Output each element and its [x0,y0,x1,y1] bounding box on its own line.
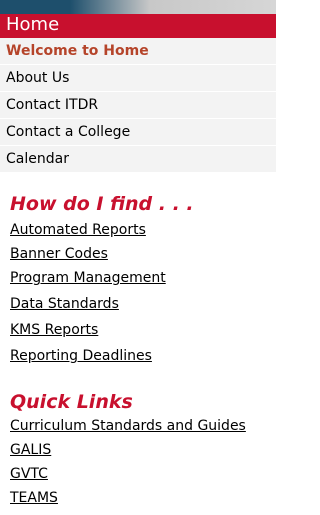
link-banner-codes[interactable]: Banner Codes [0,242,276,266]
how-do-i-find-heading: How do I find . . . [10,193,194,215]
link-galis[interactable]: GALIS [0,438,276,462]
main-menu: Welcome to Home About Us Contact ITDR Co… [0,38,276,173]
menu-item-welcome-to-home[interactable]: Welcome to Home [0,38,276,65]
how-do-i-find-links: Automated Reports Banner Codes Program M… [0,218,276,370]
link-reporting-deadlines[interactable]: Reporting Deadlines [0,342,276,370]
link-data-standards[interactable]: Data Standards [0,290,276,318]
link-kms-reports[interactable]: KMS Reports [0,318,276,342]
quick-links-list: Curriculum Standards and Guides GALIS GV… [0,414,276,510]
menu-item-about-us[interactable]: About Us [0,65,276,92]
link-program-management[interactable]: Program Management [0,266,276,290]
menu-item-contact-itdr[interactable]: Contact ITDR [0,92,276,119]
header-title: Home [6,14,60,35]
menu-item-contact-a-college[interactable]: Contact a College [0,119,276,146]
link-gvtc[interactable]: GVTC [0,462,276,486]
nav-header: Home [0,0,276,38]
menu-item-calendar[interactable]: Calendar [0,146,276,173]
link-teams[interactable]: TEAMS [0,486,276,510]
quick-links-heading: Quick Links [10,391,133,413]
link-automated-reports[interactable]: Automated Reports [0,218,276,242]
link-curriculum-standards-and-guides[interactable]: Curriculum Standards and Guides [0,414,276,438]
